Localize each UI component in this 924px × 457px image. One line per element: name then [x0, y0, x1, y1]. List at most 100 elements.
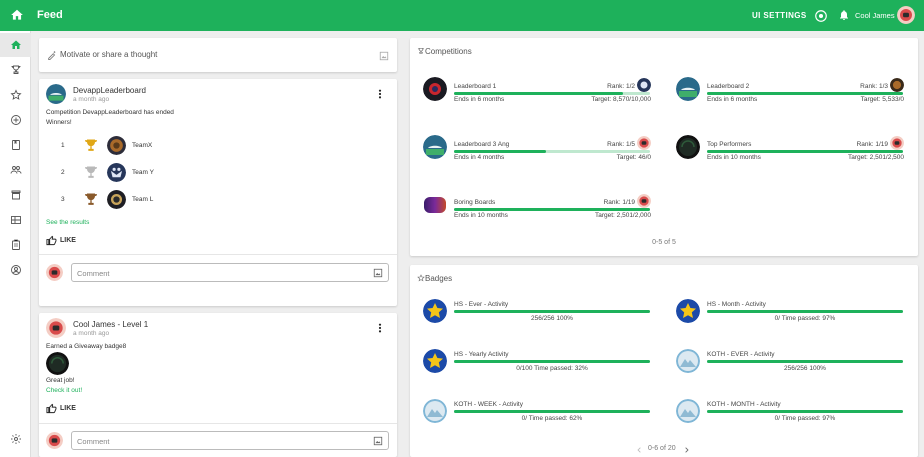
sidebar-item-settings[interactable] — [0, 427, 31, 451]
mountain-badge-icon — [423, 399, 447, 423]
competition-name: Leaderboard 3 Ang — [454, 141, 510, 148]
winner-place: 2 — [61, 169, 65, 176]
badge-item[interactable]: KOTH - WEEK - Activity 0/ Time passed: 6… — [423, 399, 651, 429]
user-avatar[interactable] — [897, 6, 915, 24]
post-time: a month ago — [73, 330, 110, 337]
progress-fill — [707, 410, 903, 413]
badge-progress-text: 0/ Time passed: 62% — [521, 415, 583, 422]
comment-input[interactable]: Comment — [71, 263, 389, 282]
competition-avatar — [676, 135, 700, 159]
grid-icon — [10, 216, 21, 224]
competition-rank: Rank: 1/5 — [607, 141, 635, 148]
divider — [39, 423, 397, 424]
thumb-up-icon — [46, 235, 57, 246]
sidebar-item-badges[interactable] — [0, 83, 31, 107]
competition-item[interactable]: Leaderboard 3 Ang Rank: 1/5 Ends in 4 mo… — [423, 135, 651, 169]
sidebar-item-home[interactable] — [0, 33, 31, 57]
bronze-trophy-icon — [85, 193, 97, 205]
competition-item[interactable]: Boring Boards Rank: 1/19 Ends in 10 mont… — [423, 193, 651, 227]
sidebar-item-assignment[interactable] — [0, 233, 31, 257]
badge-progress-text: 256/256 100% — [784, 365, 826, 372]
badge-item[interactable]: HS - Month - Activity 0/ Time passed: 97… — [676, 299, 904, 329]
comment-input[interactable]: Comment — [71, 431, 389, 450]
more-vert-icon[interactable] — [378, 323, 382, 333]
bell-icon[interactable] — [838, 8, 850, 22]
progress-fill — [454, 92, 623, 95]
winner-place: 3 — [61, 196, 65, 203]
home-icon[interactable] — [10, 8, 24, 22]
sidebar-item-competitions[interactable] — [0, 58, 31, 82]
author-avatar[interactable] — [46, 318, 66, 338]
progress-fill — [707, 92, 903, 95]
user-name[interactable]: Cool James — [855, 11, 895, 20]
assignment-icon — [11, 239, 20, 250]
badge-item[interactable]: KOTH - EVER - Activity 256/256 100% — [676, 349, 904, 379]
star-icon — [9, 89, 22, 100]
badge-progress-bar — [707, 360, 903, 363]
image-icon[interactable] — [373, 436, 383, 446]
sidebar-item-people[interactable] — [0, 158, 31, 182]
badge-image[interactable] — [46, 352, 69, 375]
competition-item[interactable]: Top Performers Rank: 1/19 Ends in 10 mon… — [676, 135, 904, 169]
badge-name: KOTH - WEEK - Activity — [454, 401, 523, 408]
competition-ends: Ends in 10 months — [454, 212, 508, 219]
badge-progress-bar — [454, 410, 650, 413]
sidebar-item-add[interactable] — [0, 108, 31, 132]
check-it-out-link[interactable]: Check it out! — [46, 387, 82, 394]
like-button[interactable]: LIKE — [46, 403, 86, 415]
more-vert-icon[interactable] — [378, 89, 382, 99]
badge-item[interactable]: HS - Ever - Activity 256/256 100% — [423, 299, 651, 329]
settings-icon — [10, 434, 21, 444]
progress-fill — [454, 360, 650, 363]
progress-fill — [707, 150, 903, 153]
post-author[interactable]: Cool James - Level 1 — [73, 320, 148, 329]
sidebar-item-account[interactable] — [0, 258, 31, 282]
competition-target: Target: 2,501/2,500 — [847, 154, 904, 161]
post-author[interactable]: DevappLeaderboard — [73, 86, 146, 95]
trophy-icon — [417, 48, 425, 54]
eye-icon[interactable] — [814, 9, 828, 23]
badge-item[interactable]: HS - Yearly Activity 0/100 Time passed: … — [423, 349, 651, 379]
comment-placeholder: Comment — [77, 437, 110, 446]
see-results-link[interactable]: See the results — [46, 219, 89, 226]
trophy-icon — [10, 65, 21, 74]
badges-pagination: 0-6 of 20 — [648, 445, 676, 452]
competition-rank: Rank: 1/3 — [860, 83, 888, 90]
competition-ends: Ends in 4 months — [454, 154, 505, 161]
post-time: a month ago — [73, 96, 110, 103]
winner-place: 1 — [61, 142, 65, 149]
user-avatar[interactable] — [46, 264, 63, 281]
image-icon[interactable] — [373, 268, 383, 278]
badge-item[interactable]: KOTH - MONTH - Activity 0/ Time passed: … — [676, 399, 904, 429]
competition-item[interactable]: Leaderboard 2 Rank: 1/3 Ends in 6 months… — [676, 77, 904, 111]
gold-trophy-icon — [85, 139, 97, 151]
composer-card[interactable]: Motivate or share a thought — [39, 38, 397, 72]
sidebar-item-store[interactable] — [0, 183, 31, 207]
blue-star-badge-icon — [423, 299, 447, 323]
blue-star-badge-icon — [423, 349, 447, 373]
badges-card: Badges HS - Ever - Activity 256/256 100%… — [410, 265, 918, 457]
divider — [39, 254, 397, 255]
chevron-left-icon[interactable] — [636, 446, 643, 454]
sidebar-item-grid[interactable] — [0, 208, 31, 232]
competitions-card: Competitions Leaderboard 1 Rank: 1/2 End… — [410, 38, 918, 256]
competition-avatar — [676, 77, 700, 101]
progress-fill — [707, 310, 903, 313]
competition-item[interactable]: Leaderboard 1 Rank: 1/2 Ends in 6 months… — [423, 77, 651, 111]
badge-progress-text: 0/100 Time passed: 32% — [516, 365, 588, 372]
sidebar-item-book[interactable] — [0, 133, 31, 157]
badge-progress-bar — [707, 410, 903, 413]
progress-fill — [454, 310, 650, 313]
author-avatar[interactable] — [46, 84, 66, 104]
progress-fill — [707, 360, 903, 363]
badge-progress-bar — [707, 310, 903, 313]
image-icon[interactable] — [379, 51, 389, 61]
ui-settings-button[interactable]: UI SETTINGS — [752, 11, 807, 20]
competition-target: Target: 2,501/2,000 — [594, 212, 651, 219]
winner-team: Team L — [132, 196, 154, 203]
user-avatar[interactable] — [46, 432, 63, 449]
chevron-right-icon[interactable] — [683, 446, 690, 454]
composer-input[interactable]: Motivate or share a thought — [60, 50, 157, 59]
team-avatar — [107, 163, 126, 182]
like-button[interactable]: LIKE — [46, 235, 86, 247]
